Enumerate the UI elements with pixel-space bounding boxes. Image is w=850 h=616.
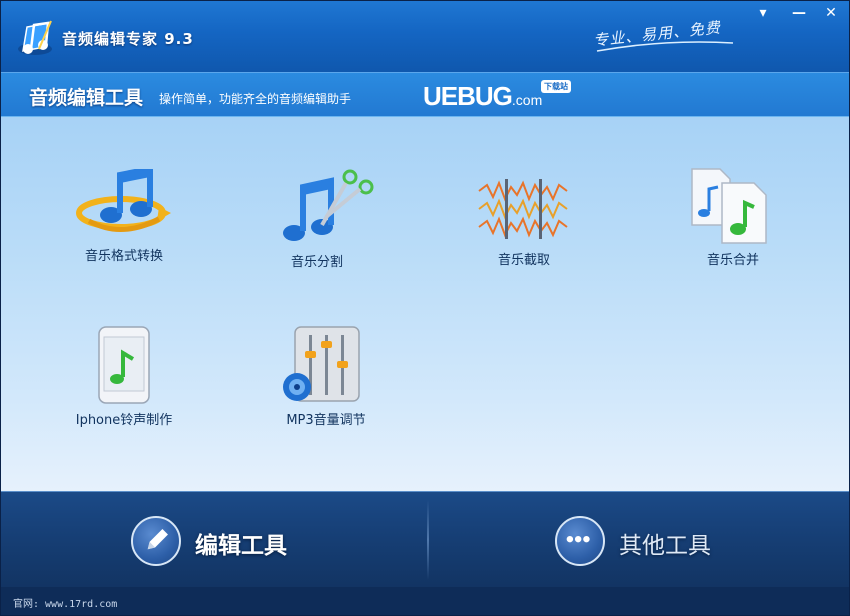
tools-header: 音频编辑工具 操作简单，功能齐全的音频编辑助手 UEBUG.com 下载站 <box>1 73 849 117</box>
tool-iphone-ringtone[interactable]: Iphone铃声制作 <box>49 323 199 443</box>
tool-label: MP3音量调节 <box>286 413 366 428</box>
tool-music-trim[interactable]: 音乐截取 <box>449 177 599 297</box>
tool-music-merge[interactable]: 音乐合并 <box>658 165 808 285</box>
other-tools-tab[interactable]: 其他工具 <box>555 514 755 568</box>
uebug-logo: UEBUG.com 下载站 <box>423 80 583 111</box>
slogan-swoosh <box>596 41 734 52</box>
title-bar[interactable]: 音频编辑专家 9.3 专业、易用、免费 ▾ — ✕ <box>1 1 849 73</box>
logo-suffix-text: .com <box>511 92 543 108</box>
menu-dropdown-button[interactable]: ▾ <box>751 5 775 21</box>
pencil-icon <box>131 516 181 566</box>
mp3-volume-icon <box>283 326 360 402</box>
close-button[interactable]: ✕ <box>819 5 843 21</box>
app-window: 音频编辑专家 9.3 专业、易用、免费 ▾ — ✕ 音频编辑工具 操作简单，功能… <box>0 0 850 616</box>
nav-divider <box>427 500 429 580</box>
edit-tools-tab[interactable]: 编辑工具 <box>131 514 331 568</box>
tool-label: 音乐截取 <box>497 253 550 268</box>
iphone-ringtone-icon <box>98 326 150 404</box>
tool-label: 音乐合并 <box>706 253 759 268</box>
minimize-button[interactable]: — <box>787 5 811 21</box>
tool-label: Iphone铃声制作 <box>75 413 173 428</box>
bottom-navigation: 编辑工具 其他工具 <box>1 491 849 587</box>
other-tools-label: 其他工具 <box>619 533 711 559</box>
tool-music-format-convert[interactable]: 音乐格式转换 <box>49 169 199 289</box>
tools-panel: 音乐格式转换 音乐分割 音乐截取 音乐合并 Iphone铃声制作 MP3音量调节 <box>1 117 849 491</box>
logo-main-text: UEBUG <box>423 81 513 111</box>
tool-music-split[interactable]: 音乐分割 <box>242 167 392 287</box>
music-merge-icon <box>691 168 767 244</box>
status-bar: 官网: www.17rd.com <box>1 587 849 615</box>
logo-badge: 下载站 <box>541 80 571 93</box>
website-link[interactable]: 官网: www.17rd.com <box>13 595 117 610</box>
app-logo-icon <box>18 20 52 55</box>
tool-label: 音乐分割 <box>290 255 343 270</box>
edit-tools-label: 编辑工具 <box>195 533 287 559</box>
tool-mp3-volume[interactable]: MP3音量调节 <box>251 323 401 443</box>
more-dots-icon <box>555 516 605 566</box>
tools-header-description: 操作简单，功能齐全的音频编辑助手 <box>159 92 352 106</box>
app-title: 音频编辑专家 9.3 <box>62 30 194 48</box>
music-split-icon <box>283 169 374 241</box>
tool-label: 音乐格式转换 <box>84 249 163 264</box>
tools-header-title: 音频编辑工具 <box>29 87 144 109</box>
